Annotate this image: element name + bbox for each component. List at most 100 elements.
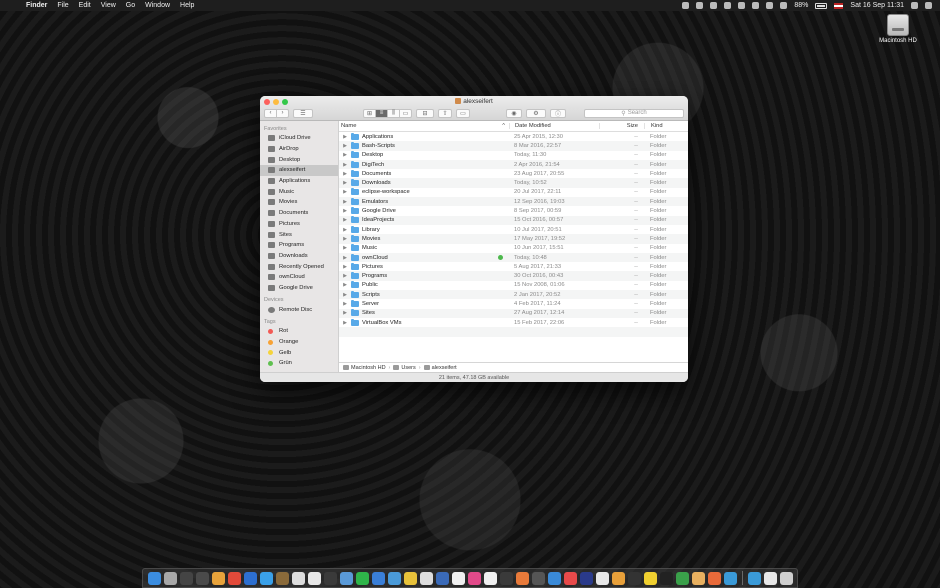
sidebar-item-alexseifert[interactable]: alexseifert — [260, 165, 338, 176]
table-row[interactable]: ▶ Bash-Scripts 8 Mar 2016, 22:57 -- Folder — [339, 141, 688, 151]
dock-app-icon[interactable] — [499, 571, 513, 585]
sidebar-item-desktop[interactable]: Desktop — [260, 154, 338, 165]
share-button[interactable]: ⇧ — [438, 108, 452, 118]
disclosure-triangle-icon[interactable]: ▶ — [341, 264, 349, 270]
sidebar-item-documents[interactable]: Documents — [260, 208, 338, 219]
disclosure-triangle-icon[interactable]: ▶ — [341, 152, 349, 158]
dock-app-icon[interactable] — [627, 571, 641, 585]
menu-finder[interactable]: Finder — [26, 2, 47, 9]
tag-button[interactable]: ▭ — [456, 108, 470, 118]
disclosure-triangle-icon[interactable]: ▶ — [341, 292, 349, 298]
dock-app-icon[interactable] — [675, 571, 689, 585]
dock-app-icon[interactable] — [747, 571, 761, 585]
sidebar-item-pictures[interactable]: Pictures — [260, 219, 338, 230]
column-name-header[interactable]: Name ^ — [339, 123, 509, 129]
dock-app-icon[interactable] — [259, 571, 273, 585]
table-row[interactable]: ▶ Server 4 Feb 2017, 11:24 -- Folder — [339, 299, 688, 308]
table-row[interactable]: ▶ Library 10 Jul 2017, 20:51 -- Folder — [339, 225, 688, 234]
path-segment[interactable]: Users — [393, 365, 416, 371]
search-field[interactable]: ⚲ Search — [584, 108, 684, 118]
clock[interactable]: Sat 16 Sep 11:31 — [850, 2, 904, 9]
sidebar-item-applications[interactable]: Applications — [260, 176, 338, 187]
table-row[interactable]: ▶ DigiTech 2 Apr 2016, 21:54 -- Folder — [339, 159, 688, 170]
dock-app-icon[interactable] — [435, 571, 449, 585]
sidebar-item-downloads[interactable]: Downloads — [260, 251, 338, 262]
disclosure-triangle-icon[interactable]: ▶ — [341, 143, 349, 149]
table-row[interactable]: ▶ ownCloud Today, 10:48 -- Folder — [339, 252, 688, 263]
table-row[interactable]: ▶ Movies 17 May 2017, 19:52 -- Folder — [339, 234, 688, 244]
table-row[interactable]: ▶ VirtualBox VMs 15 Feb 2017, 22:06 -- Folde… — [339, 318, 688, 327]
sidebar-tag-rot[interactable]: Rot — [260, 326, 338, 337]
dock-app-icon[interactable] — [643, 571, 657, 585]
table-row[interactable]: ▶ Public 15 Nov 2008, 01:06 -- Folder — [339, 281, 688, 290]
dock-app-icon[interactable] — [371, 571, 385, 585]
column-kind-header[interactable]: Kind — [644, 123, 688, 129]
dock-app-icon[interactable] — [579, 571, 593, 585]
disclosure-triangle-icon[interactable]: ▶ — [341, 255, 349, 261]
dock-app-icon[interactable] — [419, 571, 433, 585]
table-row[interactable]: ▶ Documents 23 Aug 2017, 20:55 -- Folder — [339, 169, 688, 178]
sidebar-item-airdrop[interactable]: AirDrop — [260, 144, 338, 155]
spotlight-icon[interactable] — [911, 2, 918, 9]
menu-edit[interactable]: Edit — [79, 2, 91, 9]
table-row[interactable]: ▶ Sites 27 Aug 2017, 12:14 -- Folder — [339, 308, 688, 318]
volume-icon[interactable] — [766, 2, 774, 9]
dock-app-icon[interactable] — [611, 571, 625, 585]
menu-help[interactable]: Help — [180, 2, 194, 9]
dock-app-icon[interactable] — [323, 571, 337, 585]
menu-file[interactable]: File — [57, 2, 68, 9]
table-row[interactable]: ▶ IdeaProjects 15 Oct 2016, 00:57 -- Folder — [339, 215, 688, 225]
dock-app-icon[interactable] — [243, 571, 257, 585]
battery-percent[interactable]: 88% — [794, 2, 808, 9]
table-row[interactable]: ▶ Emulators 12 Sep 2016, 19:03 -- Folder — [339, 197, 688, 207]
battery-icon[interactable] — [815, 2, 828, 9]
dock-app-icon[interactable] — [707, 571, 721, 585]
dock-app-icon[interactable] — [147, 571, 161, 585]
sidebar-item-icloud-drive[interactable]: iCloud Drive — [260, 133, 338, 144]
path-segment[interactable]: Macintosh HD — [343, 365, 386, 371]
column-size-header[interactable]: Size — [599, 123, 644, 129]
airplay-icon[interactable] — [780, 2, 788, 9]
sidebar-item-sites[interactable]: Sites — [260, 229, 338, 240]
disclosure-triangle-icon[interactable]: ▶ — [341, 171, 349, 177]
dock-app-icon[interactable] — [515, 571, 529, 585]
sidebar-item-recently-opened[interactable]: Recently Opened — [260, 261, 338, 272]
disclosure-triangle-icon[interactable]: ▶ — [341, 180, 349, 186]
arrange-button[interactable]: ⊟ — [416, 108, 434, 118]
dock-app-icon[interactable] — [723, 571, 737, 585]
dock-app-icon[interactable] — [483, 571, 497, 585]
disclosure-triangle-icon[interactable]: ▶ — [341, 227, 349, 233]
dock-app-icon[interactable] — [307, 571, 321, 585]
table-row[interactable]: ▶ Scripts 2 Jan 2017, 20:52 -- Folder — [339, 290, 688, 300]
table-row[interactable]: ▶ Downloads Today, 10:52 -- Folder — [339, 178, 688, 188]
forward-button[interactable]: › — [276, 108, 289, 118]
sidebar-item-movies[interactable]: Movies — [260, 197, 338, 208]
disclosure-triangle-icon[interactable]: ▶ — [341, 236, 349, 242]
sidebar-tag-orange[interactable]: Orange — [260, 337, 338, 348]
disclosure-triangle-icon[interactable]: ▶ — [341, 134, 349, 140]
dock-app-icon[interactable] — [763, 571, 777, 585]
dock-app-icon[interactable] — [779, 571, 793, 585]
dock-app-icon[interactable] — [179, 571, 193, 585]
disclosure-triangle-icon[interactable]: ▶ — [341, 245, 349, 251]
disclosure-triangle-icon[interactable]: ▶ — [341, 310, 349, 316]
sidebar-tag-gr-n[interactable]: Grün — [260, 358, 338, 369]
disclosure-triangle-icon[interactable]: ▶ — [341, 208, 349, 214]
dock-app-icon[interactable] — [211, 571, 225, 585]
dock-app-icon[interactable] — [195, 571, 209, 585]
dock-app-icon[interactable] — [467, 571, 481, 585]
action-gear-button[interactable]: ⚙ — [526, 108, 546, 118]
table-row[interactable]: ▶ Desktop Today, 11:30 -- Folder — [339, 151, 688, 160]
dock-app-icon[interactable] — [275, 571, 289, 585]
table-row[interactable]: ▶ Music 10 Jun 2017, 15:51 -- Folder — [339, 244, 688, 253]
dock-app-icon[interactable] — [595, 571, 609, 585]
table-row[interactable]: ▶ Applications 25 Apr 2015, 12:30 -- Folder — [339, 132, 688, 141]
dock-app-icon[interactable] — [163, 571, 177, 585]
sidebar-item-google-drive[interactable]: Google Drive — [260, 283, 338, 294]
menu-window[interactable]: Window — [145, 2, 170, 9]
table-row[interactable]: ▶ Programs 30 Oct 2016, 00:43 -- Folder — [339, 271, 688, 281]
notification-center-icon[interactable] — [925, 2, 932, 9]
dropbox-icon[interactable] — [696, 2, 704, 9]
sidebar-tag-gelb[interactable]: Gelb — [260, 347, 338, 358]
table-row[interactable]: ▶ Pictures 5 Aug 2017, 21:33 -- Folder — [339, 262, 688, 271]
